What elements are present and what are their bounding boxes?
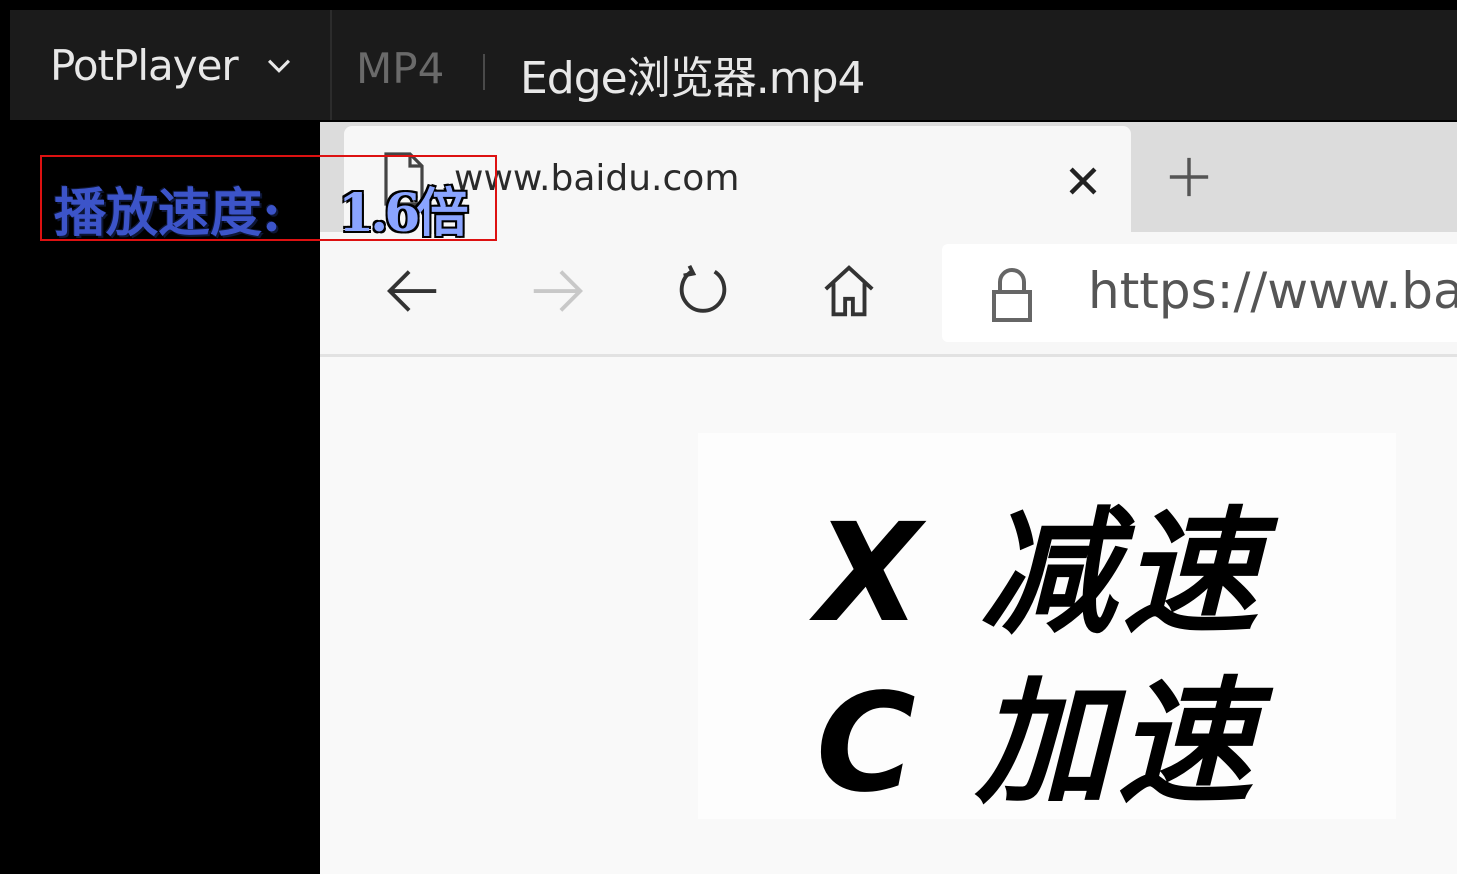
app-menu-button[interactable]: PotPlayer (10, 10, 332, 120)
file-title: Edge浏览器.mp4 (520, 53, 866, 104)
address-bar[interactable]: https://www.baidu.com (942, 244, 1457, 342)
page-content: X 减速 C 加速 (320, 357, 1457, 874)
refresh-icon[interactable] (672, 260, 734, 322)
divider (483, 54, 485, 90)
lock-icon (992, 268, 1032, 322)
home-icon[interactable] (818, 260, 880, 322)
back-arrow-icon[interactable] (382, 260, 444, 322)
slow-down-hint: X 减速 (816, 495, 1265, 653)
forward-arrow-icon[interactable] (526, 260, 588, 322)
app-name: PotPlayer (50, 40, 239, 90)
playback-speed-osd: 播放速度: 1.6倍 (40, 155, 497, 244)
speed-value: 1.6倍 (338, 183, 468, 244)
speed-up-hint: C 加速 (816, 665, 1260, 823)
player-titlebar: PotPlayer MP4 Edge浏览器.mp4 (10, 10, 1457, 120)
chevron-down-icon (267, 59, 290, 73)
file-format-label: MP4 (356, 44, 445, 93)
plus-icon[interactable] (1166, 154, 1212, 200)
speed-label: 播放速度: (54, 183, 282, 244)
close-icon[interactable] (1066, 164, 1100, 198)
url-text: https://www.baidu.com (1088, 262, 1457, 320)
browser-toolbar: https://www.baidu.com (320, 232, 1457, 357)
shortcut-hint-card: X 减速 C 加速 (698, 433, 1396, 823)
